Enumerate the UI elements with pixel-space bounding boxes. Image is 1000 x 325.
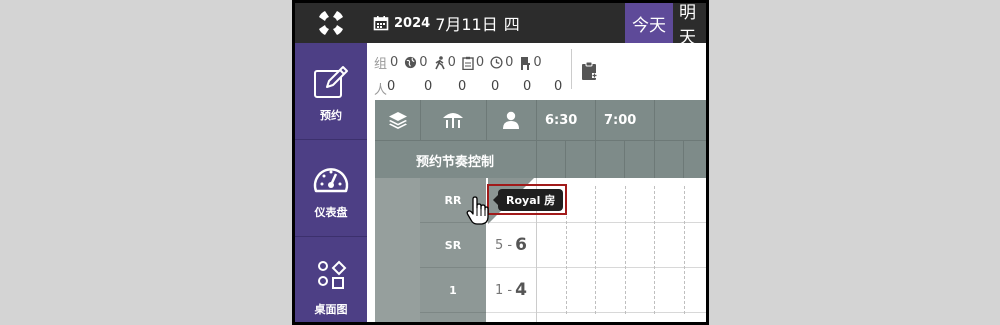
- area-column: [375, 178, 420, 322]
- globe-icon: [405, 56, 417, 69]
- table-chair-icon: [521, 56, 531, 70]
- stat-value: 0: [475, 55, 485, 70]
- pace-control-row: 预约节奏控制: [375, 140, 706, 179]
- group-label: 组: [374, 57, 388, 72]
- sidebar-item-label: 桌面图: [314, 303, 348, 316]
- stat-value: 0: [447, 55, 456, 70]
- stat-value: 0: [554, 79, 563, 94]
- capacity-cell[interactable]: 1 -4: [486, 268, 536, 313]
- calendar-icon: [373, 15, 389, 31]
- room-type-cell[interactable]: 1: [420, 268, 486, 313]
- edit-icon: [312, 65, 350, 101]
- layers-icon[interactable]: [375, 100, 421, 140]
- time-slot-label: 7:00: [604, 112, 637, 128]
- time-grid-row: [537, 223, 706, 268]
- sidebar-item-table-map[interactable]: 桌面图: [295, 237, 367, 322]
- stat-value: 0: [523, 79, 532, 94]
- capacity-max: 6: [515, 235, 527, 255]
- stat-value: 0: [390, 55, 399, 70]
- capacity-max: 4: [515, 280, 527, 300]
- sidebar: 预约 仪表盘 桌面图: [295, 43, 367, 322]
- capacity-min: 5 -: [495, 237, 513, 253]
- tomorrow-button[interactable]: 明天: [679, 3, 706, 48]
- grid-header: 6:30 7:00: [375, 100, 706, 140]
- date-weekday: 四: [503, 15, 520, 34]
- stat-value: 0: [387, 79, 396, 94]
- time-slot-label: 6:30: [545, 112, 578, 128]
- logo-icon: [319, 11, 343, 35]
- capacity-cell[interactable]: 5 -6: [486, 223, 536, 268]
- app-logo[interactable]: [295, 3, 367, 43]
- table-umbrella-icon[interactable]: [420, 100, 487, 140]
- shapes-icon: [313, 259, 349, 295]
- walking-person-icon: [434, 55, 445, 69]
- stats-group-row: 组0 0 0 0 0 0: [374, 53, 548, 72]
- date-year: 2024: [394, 15, 431, 31]
- date-display[interactable]: 2024 7月11日 四: [373, 3, 520, 43]
- hand-cursor-icon: [466, 196, 490, 230]
- sidebar-item-reservations[interactable]: 预约: [295, 43, 367, 140]
- sidebar-item-dashboard[interactable]: 仪表盘: [295, 140, 367, 237]
- stat-value: 0: [533, 55, 542, 70]
- clipboard-icon: [462, 56, 474, 70]
- stat-value: 0: [419, 55, 428, 70]
- stat-value: 0: [505, 55, 514, 70]
- today-button[interactable]: 今天: [625, 3, 673, 43]
- date-month-day: 7月11日: [435, 15, 498, 34]
- stats-divider: [571, 49, 572, 89]
- screenshot-frame: 2024 7月11日 四 今天 明天 预约 仪表盘 桌面图 组 0 0 0 0 …: [292, 0, 709, 325]
- stat-value: 0: [424, 79, 433, 94]
- top-bar: 2024 7月11日 四 今天 明天: [295, 3, 706, 48]
- highlight-box: [487, 184, 567, 215]
- sidebar-item-label: 仪表盘: [314, 206, 348, 219]
- stat-value: 0: [458, 79, 467, 94]
- people-label: 人: [374, 83, 388, 98]
- clock-icon: [490, 56, 503, 69]
- capacity-min: 1 -: [495, 282, 513, 298]
- sidebar-item-label: 预约: [320, 109, 342, 122]
- clipboard-add-icon[interactable]: [581, 61, 599, 85]
- pace-control-label[interactable]: 预约节奏控制: [375, 141, 535, 179]
- reservation-stats: 组0 0 0 0 0 0 人 0 0 0 0 0 0: [367, 43, 706, 98]
- person-icon[interactable]: [486, 100, 537, 140]
- stat-value: 0: [491, 79, 500, 94]
- time-grid-row: [537, 268, 706, 313]
- dashboard-gauge-icon: [312, 162, 350, 198]
- app-window: 2024 7月11日 四 今天 明天 预约 仪表盘 桌面图 组 0 0 0 0 …: [295, 3, 706, 322]
